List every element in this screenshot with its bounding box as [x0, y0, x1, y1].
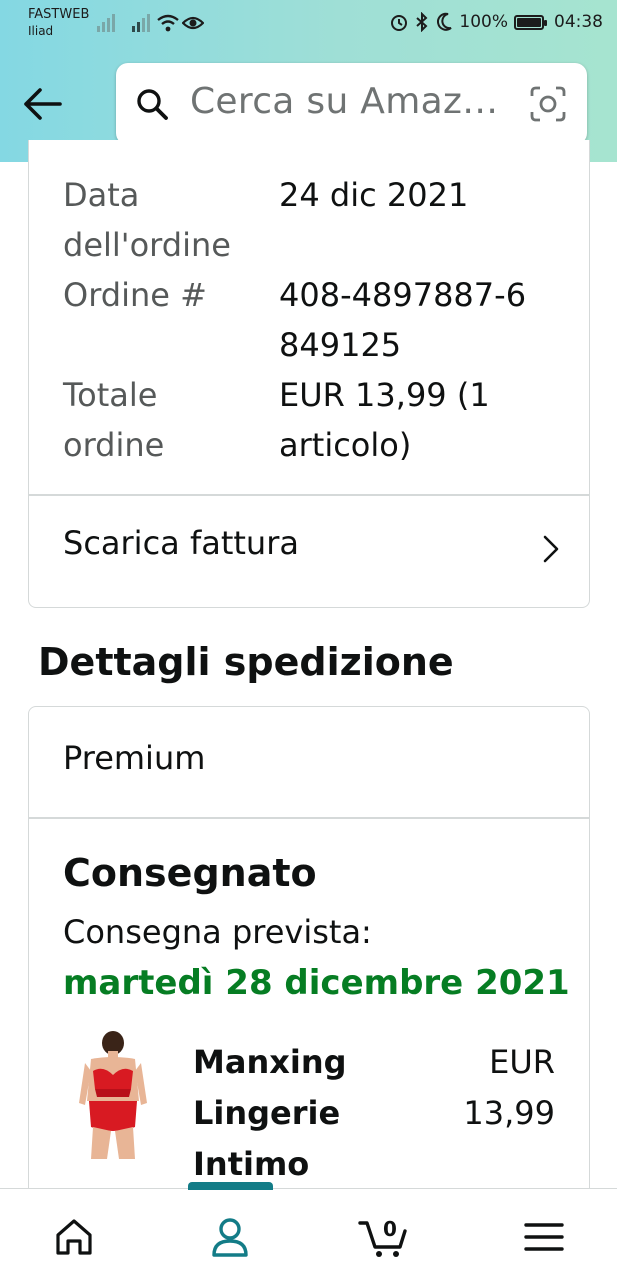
clock: 04:38 [554, 12, 603, 32]
alarm-icon [391, 15, 408, 31]
chevron-right-icon[interactable] [541, 533, 561, 565]
cart-icon[interactable]: 0 [358, 1215, 412, 1259]
battery-icon [514, 14, 547, 30]
download-invoice-link[interactable]: Scarica fattura [63, 524, 299, 562]
home-icon[interactable] [52, 1215, 96, 1259]
divider [29, 817, 589, 819]
back-arrow-icon[interactable] [20, 82, 64, 126]
carrier-name-1: FASTWEB [28, 7, 90, 22]
divider [29, 494, 589, 496]
signal-strength-1-icon [97, 14, 115, 32]
order-total-value: EUR 13,99 (1 articolo) [279, 376, 490, 464]
search-input[interactable]: Cerca su Amaz… [190, 81, 498, 122]
header-bar: FASTWEB Iliad 100% 04:38 Cerca su Amaz… [0, 0, 617, 162]
account-icon[interactable] [208, 1215, 252, 1259]
menu-icon[interactable] [522, 1215, 566, 1259]
carrier-name-2: Iliad [28, 24, 54, 38]
delivery-status: Consegnato [63, 851, 317, 895]
expected-delivery-date: martedì 28 dicembre 2021 [63, 963, 570, 1003]
status-bar: FASTWEB Iliad 100% 04:38 [0, 0, 617, 46]
search-bar[interactable]: Cerca su Amaz… [116, 63, 587, 145]
product-image[interactable] [73, 1031, 153, 1161]
active-tab-indicator [188, 1182, 273, 1190]
order-total-row: Totale ordine [63, 370, 213, 470]
battery-percent: 100% [459, 12, 508, 32]
carrier-info: FASTWEB Iliad [28, 6, 89, 40]
expected-delivery-label: Consegna prevista: [63, 913, 372, 951]
signal-strength-2-icon [132, 14, 150, 32]
moon-icon [437, 12, 453, 31]
order-date-row: Data dell'ordine [63, 170, 263, 270]
shipping-section-title: Dettagli spedizione [38, 640, 454, 684]
order-date-label: Data dell'ordine [63, 176, 231, 264]
order-number-label: Ordine # [63, 276, 207, 314]
bluetooth-icon [416, 12, 428, 32]
order-number-value: 408-4897887-6849125 [279, 276, 527, 364]
order-date-value: 24 dic 2021 [279, 176, 469, 214]
order-number-row: Ordine # [63, 270, 263, 320]
bottom-nav: 0 [0, 1182, 617, 1280]
status-right: 100% 04:38 [389, 12, 603, 32]
eye-icon [182, 16, 204, 30]
wifi-icon [157, 14, 179, 32]
product-name[interactable]: Manxing Lingerie Intimo [193, 1037, 413, 1190]
cart-count: 0 [383, 1217, 397, 1241]
order-total-label: Totale ordine [63, 376, 165, 464]
search-icon [137, 89, 168, 120]
shipping-method: Premium [63, 739, 206, 777]
camera-scan-icon[interactable] [529, 85, 567, 123]
order-summary-card: Data dell'ordine 24 dic 2021 Ordine # 40… [28, 140, 590, 608]
product-price: EUR 13,99 [463, 1043, 555, 1132]
